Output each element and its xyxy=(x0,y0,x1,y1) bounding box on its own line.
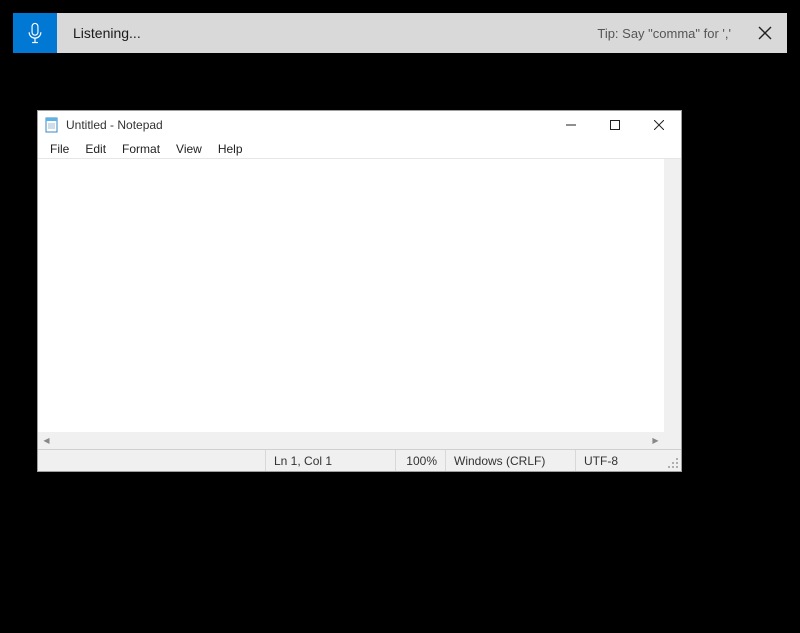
voice-bar: Listening... Tip: Say "comma" for ',' xyxy=(13,13,787,53)
status-eol: Windows (CRLF) xyxy=(445,450,575,471)
statusbar: Ln 1, Col 1 100% Windows (CRLF) UTF-8 xyxy=(38,449,681,471)
text-editor[interactable] xyxy=(38,159,681,432)
hscroll-left[interactable]: ◀ xyxy=(38,432,55,449)
voice-close-button[interactable] xyxy=(743,13,787,53)
status-zoom: 100% xyxy=(395,450,445,471)
voice-status: Listening... xyxy=(57,25,141,41)
notepad-window: Untitled - Notepad File Edit Format View… xyxy=(37,110,682,472)
microphone-icon[interactable] xyxy=(13,13,57,53)
hscrollbar[interactable]: ◀ ▶ xyxy=(38,432,664,449)
menu-view[interactable]: View xyxy=(168,140,210,158)
close-button[interactable] xyxy=(637,111,681,139)
menu-file[interactable]: File xyxy=(42,140,77,158)
maximize-button[interactable] xyxy=(593,111,637,139)
status-position: Ln 1, Col 1 xyxy=(265,450,395,471)
menu-format[interactable]: Format xyxy=(114,140,168,158)
editor-area: ◀ ▶ xyxy=(38,159,681,449)
menu-edit[interactable]: Edit xyxy=(77,140,114,158)
resize-grip[interactable] xyxy=(665,450,681,471)
minimize-button[interactable] xyxy=(549,111,593,139)
scrollbar-corner xyxy=(664,432,681,449)
notepad-icon xyxy=(44,117,60,133)
window-title: Untitled - Notepad xyxy=(66,118,163,132)
menubar: File Edit Format View Help xyxy=(38,139,681,159)
status-spacer xyxy=(38,450,265,471)
hscroll-right[interactable]: ▶ xyxy=(647,432,664,449)
titlebar[interactable]: Untitled - Notepad xyxy=(38,111,681,139)
menu-help[interactable]: Help xyxy=(210,140,251,158)
voice-tip: Tip: Say "comma" for ',' xyxy=(597,26,743,41)
status-encoding: UTF-8 xyxy=(575,450,665,471)
